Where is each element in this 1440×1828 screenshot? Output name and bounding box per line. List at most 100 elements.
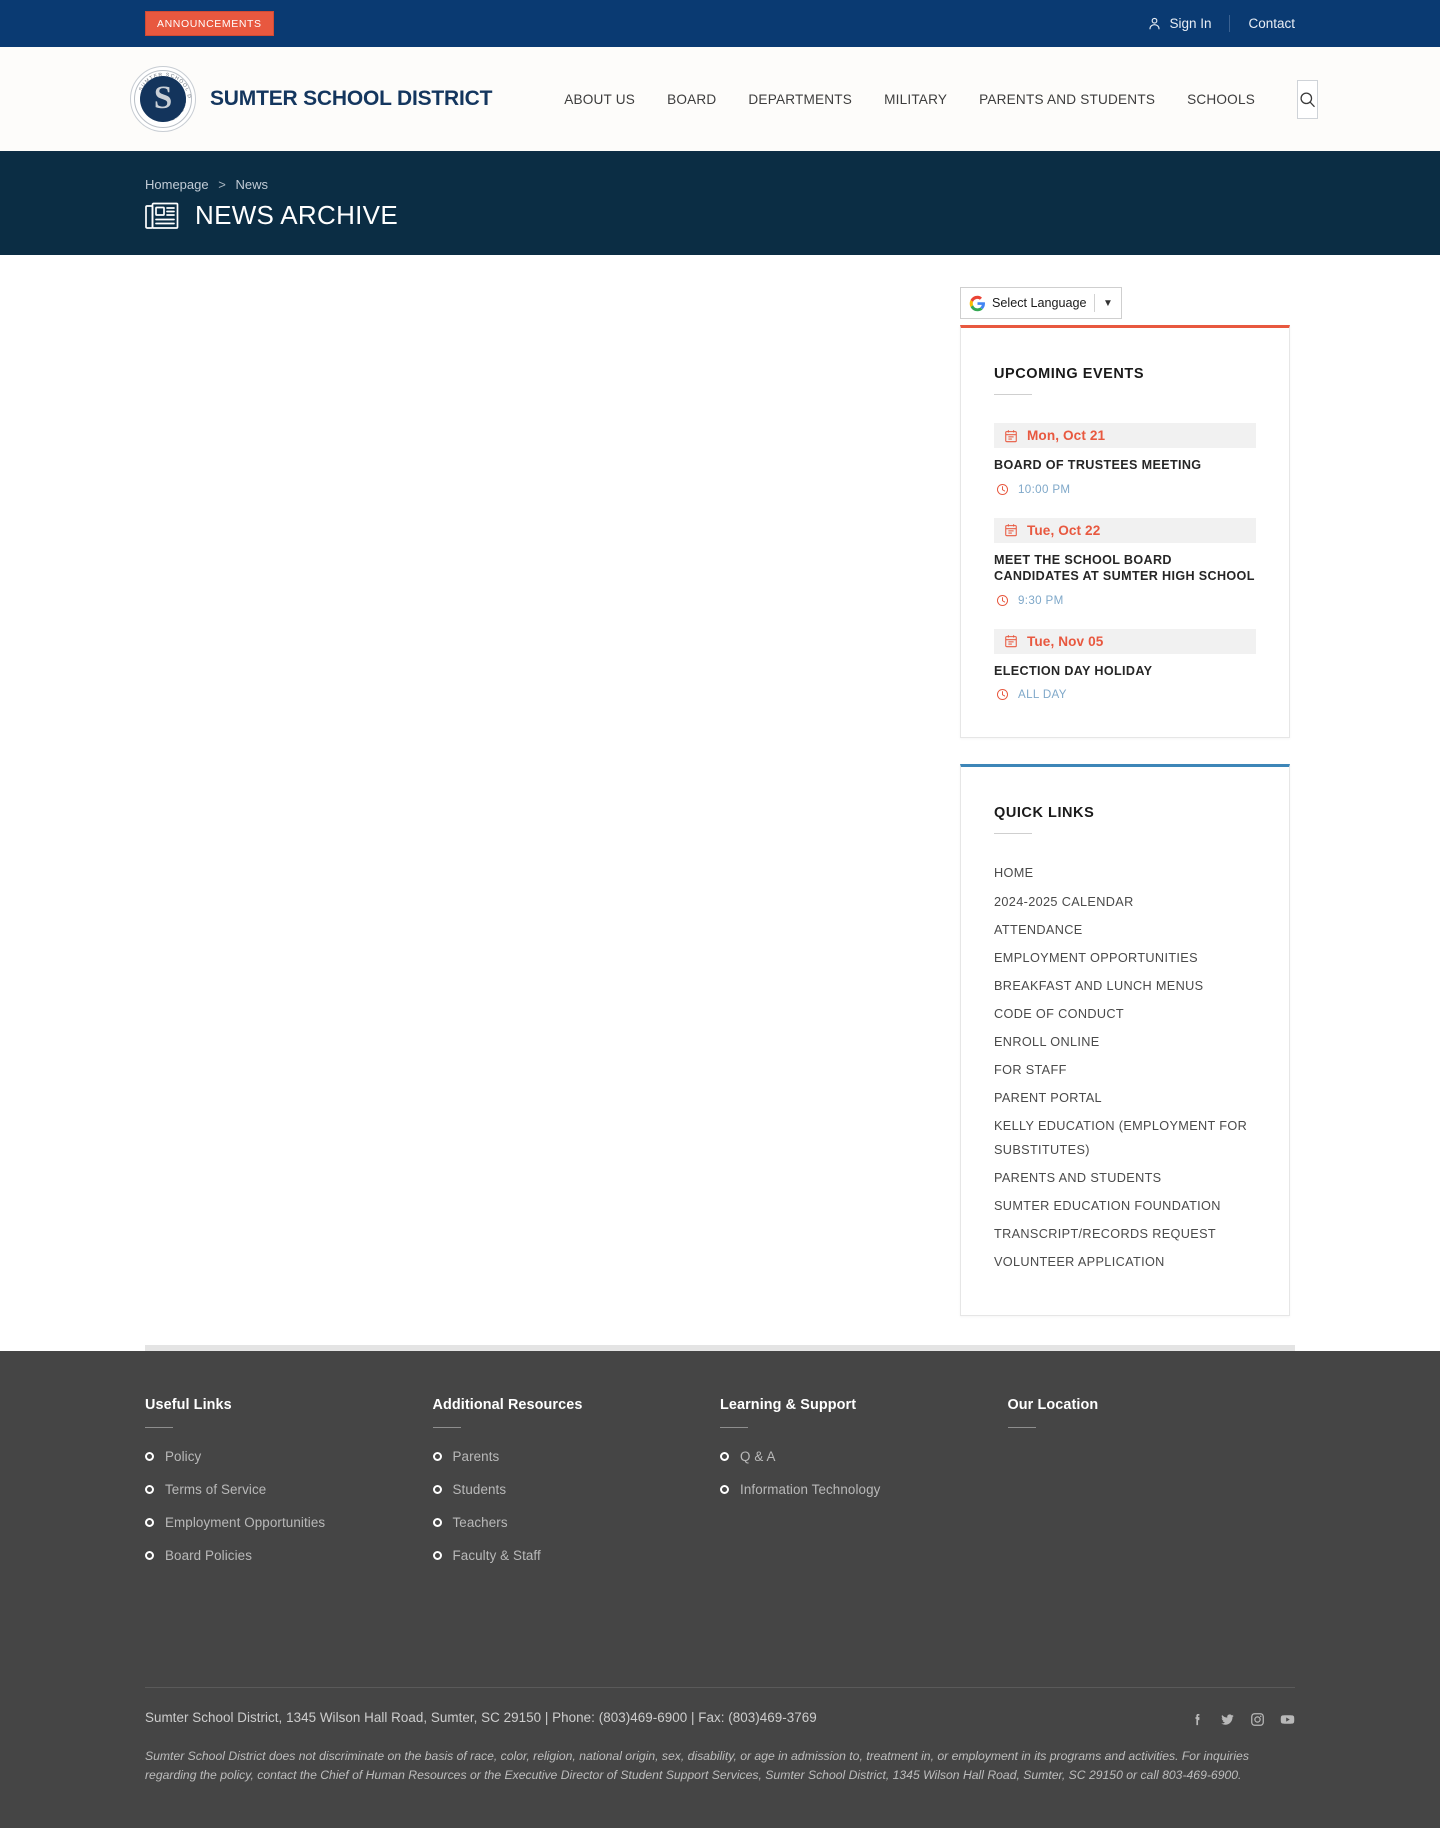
- sidebar: Select Language ▼ UPCOMING EVENTS Mon, O…: [960, 287, 1290, 1317]
- site-header: S SUMTER SCHOOL DISTRICT EDUCATE · EMPOW…: [0, 47, 1440, 153]
- quick-link-attendance[interactable]: ATTENDANCE: [994, 919, 1256, 942]
- footer-link-information-technology[interactable]: Information Technology: [720, 1482, 1008, 1497]
- event-title-link[interactable]: BOARD OF TRUSTEES MEETING: [994, 458, 1256, 474]
- footer-link-students[interactable]: Students: [432, 1482, 721, 1497]
- event-item: Mon, Oct 21 BOARD OF TRUSTEES MEETING 10…: [994, 423, 1256, 496]
- event-date-row: Tue, Nov 05: [994, 628, 1256, 654]
- footer-address: Sumter School District, 1345 Wilson Hall…: [145, 1710, 817, 1725]
- select-language-label: Select Language: [992, 296, 1087, 310]
- event-date-row: Tue, Oct 22: [994, 517, 1256, 543]
- bullet-icon: [432, 1452, 442, 1461]
- person-icon: [1147, 16, 1162, 31]
- footer-link-label: Parents: [452, 1449, 500, 1464]
- footer-link-employment-opportunities[interactable]: Employment Opportunities: [145, 1515, 433, 1530]
- nav-item-board[interactable]: BOARD: [651, 92, 732, 107]
- quick-links-title: QUICK LINKS: [994, 805, 1095, 822]
- quick-link-code-of-conduct[interactable]: CODE OF CONDUCT: [994, 1003, 1256, 1026]
- quick-link-enroll-online[interactable]: ENROLL ONLINE: [994, 1031, 1256, 1054]
- search-button[interactable]: [1296, 79, 1318, 119]
- nav-item-military[interactable]: MILITARY: [868, 92, 963, 107]
- nav-item-departments[interactable]: DEPARTMENTS: [732, 92, 868, 107]
- quick-link-employment[interactable]: EMPLOYMENT OPPORTUNITIES: [994, 947, 1256, 970]
- brand-logo-link[interactable]: S SUMTER SCHOOL DISTRICT EDUCATE · EMPOW…: [130, 66, 492, 132]
- sign-in-button[interactable]: Sign In: [1147, 16, 1229, 31]
- page-title: NEWS ARCHIVE: [195, 200, 398, 230]
- page-root: ANNOUNCEMENTS Sign In Contact S SCHOOL D…: [0, 0, 1440, 1828]
- nav-item-about-us[interactable]: ABOUT US: [548, 92, 651, 107]
- primary-navigation: ABOUT US BOARD DEPARTMENTS MILITARY PARE…: [548, 92, 1271, 107]
- bullet-icon: [145, 1551, 154, 1560]
- footer-link-label: Faculty & Staff: [452, 1548, 541, 1563]
- footer-link-faculty-staff[interactable]: Faculty & Staff: [432, 1548, 721, 1563]
- footer-column-our-location: Our Location: [1007, 1397, 1296, 1581]
- event-item: Tue, Oct 22 MEET THE SCHOOL BOARD CANDID…: [994, 517, 1256, 607]
- breadcrumb-news[interactable]: News: [235, 177, 268, 192]
- twitter-icon[interactable]: [1220, 1712, 1235, 1727]
- event-title-link[interactable]: MEET THE SCHOOL BOARD CANDIDATES AT SUMT…: [994, 553, 1256, 585]
- announcements-button[interactable]: ANNOUNCEMENTS: [145, 10, 274, 37]
- quick-link-volunteer-application[interactable]: VOLUNTEER APPLICATION: [994, 1251, 1256, 1274]
- footer-column-useful-links: Useful Links Policy Terms of Service Emp…: [145, 1397, 433, 1581]
- quick-link-calendar[interactable]: 2024-2025 CALENDAR: [994, 891, 1256, 914]
- nav-item-schools[interactable]: SCHOOLS: [1171, 92, 1271, 107]
- footer-link-label: Students: [452, 1482, 507, 1497]
- footer-link-label: Information Technology: [740, 1482, 881, 1497]
- footer-column-title: Additional Resources: [432, 1397, 583, 1413]
- chevron-down-icon: ▼: [1103, 297, 1113, 309]
- event-time-row: ALL DAY: [994, 688, 1256, 701]
- footer-link-label: Terms of Service: [165, 1482, 267, 1497]
- quick-link-menus[interactable]: BREAKFAST AND LUNCH MENUS: [994, 975, 1256, 998]
- instagram-icon[interactable]: [1250, 1712, 1265, 1727]
- footer-column-additional-resources: Additional Resources Parents Students Te…: [432, 1397, 721, 1581]
- quick-link-parent-portal[interactable]: PARENT PORTAL: [994, 1087, 1256, 1110]
- event-title-link[interactable]: ELECTION DAY HOLIDAY: [994, 664, 1256, 680]
- event-date: Tue, Nov 05: [1027, 633, 1104, 649]
- select-language-dropdown[interactable]: Select Language ▼: [960, 287, 1122, 319]
- site-footer: Useful Links Policy Terms of Service Emp…: [0, 1351, 1440, 1828]
- footer-link-terms-of-service[interactable]: Terms of Service: [145, 1482, 433, 1497]
- bullet-icon: [145, 1452, 154, 1461]
- footer-link-teachers[interactable]: Teachers: [432, 1515, 721, 1530]
- social-links: [1190, 1710, 1295, 1727]
- event-time: ALL DAY: [1018, 688, 1067, 702]
- footer-column-title: Useful Links: [145, 1397, 232, 1413]
- bullet-icon: [432, 1551, 442, 1560]
- page-banner: Homepage > News NEWS ARCHIVE: [0, 153, 1440, 255]
- quick-link-education-foundation[interactable]: SUMTER EDUCATION FOUNDATION: [994, 1195, 1256, 1218]
- quick-link-kelly-education[interactable]: KELLY EDUCATION (EMPLOYMENT FOR SUBSTITU…: [994, 1115, 1256, 1161]
- clock-icon: [996, 483, 1009, 496]
- nav-item-parents-and-students[interactable]: PARENTS AND STUDENTS: [963, 92, 1171, 107]
- youtube-icon[interactable]: [1280, 1712, 1295, 1727]
- footer-column-title: Learning & Support: [720, 1397, 857, 1413]
- quick-link-home[interactable]: HOME: [994, 862, 1256, 885]
- footer-link-label: Q & A: [740, 1449, 776, 1464]
- calendar-icon: [1004, 523, 1018, 537]
- clock-icon: [996, 688, 1009, 701]
- breadcrumb-homepage[interactable]: Homepage: [145, 177, 209, 192]
- footer-link-label: Board Policies: [165, 1548, 252, 1563]
- brand-name: SUMTER SCHOOL DISTRICT: [210, 87, 493, 110]
- breadcrumb-separator: >: [218, 177, 226, 192]
- newspaper-icon: [145, 202, 179, 230]
- upcoming-events-title: UPCOMING EVENTS: [994, 366, 1145, 382]
- breadcrumb: Homepage > News: [145, 177, 1295, 192]
- quick-link-for-staff[interactable]: FOR STAFF: [994, 1059, 1256, 1082]
- footer-title-rule: [432, 1427, 461, 1428]
- calendar-icon: [1004, 634, 1018, 648]
- bullet-icon: [432, 1518, 442, 1527]
- google-icon: [969, 295, 986, 312]
- upcoming-events-card: UPCOMING EVENTS Mon, Oct 21 BOARD OF TRU…: [960, 325, 1290, 739]
- footer-link-qa[interactable]: Q & A: [720, 1449, 1008, 1464]
- event-time-row: 9:30 PM: [994, 594, 1256, 607]
- quick-link-transcript-request[interactable]: TRANSCRIPT/RECORDS REQUEST: [994, 1223, 1256, 1246]
- utility-topbar: ANNOUNCEMENTS Sign In Contact: [0, 0, 1440, 47]
- quick-links-card: QUICK LINKS HOME 2024-2025 CALENDAR ATTE…: [960, 764, 1290, 1317]
- district-seal-icon: S SUMTER SCHOOL DISTRICT EDUCATE · EMPOW…: [130, 66, 196, 132]
- quick-link-parents-and-students[interactable]: PARENTS AND STUDENTS: [994, 1167, 1256, 1190]
- event-time: 9:30 PM: [1018, 593, 1064, 607]
- footer-link-board-policies[interactable]: Board Policies: [145, 1548, 433, 1563]
- footer-link-parents[interactable]: Parents: [432, 1449, 721, 1464]
- contact-link[interactable]: Contact: [1230, 16, 1295, 31]
- footer-link-policy[interactable]: Policy: [145, 1449, 433, 1464]
- facebook-icon[interactable]: [1190, 1712, 1205, 1727]
